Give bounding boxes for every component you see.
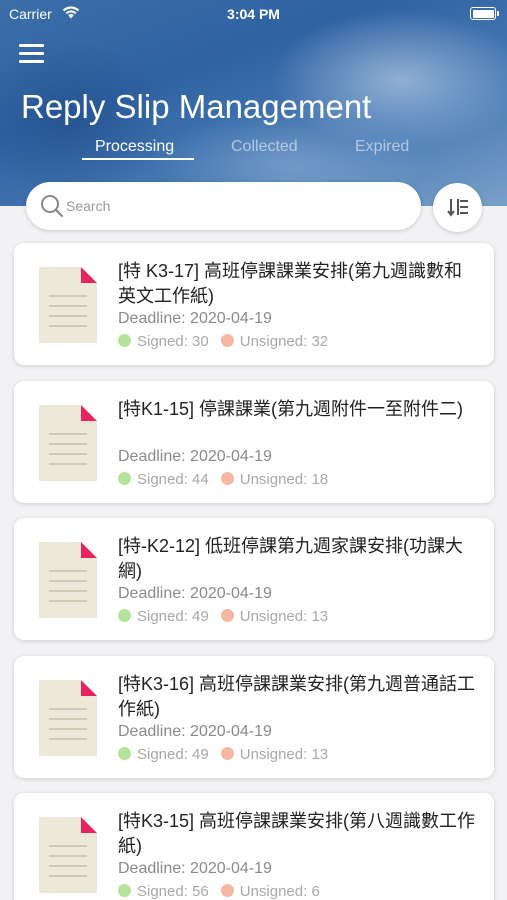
document-icon: [39, 542, 97, 618]
reply-slip-card[interactable]: [特K3-15] 高班停課課業安排(第八週識數工作紙) Deadline: 20…: [14, 793, 494, 900]
unsigned-dot-icon: [220, 746, 234, 760]
sort-icon: [447, 199, 468, 217]
active-tab-indicator: [82, 158, 194, 160]
sort-button[interactable]: [433, 183, 482, 232]
page-title: Reply Slip Management: [21, 88, 372, 125]
unsigned-count: Unsigned: 32: [239, 333, 329, 350]
signed-count: Signed: 49: [137, 608, 209, 625]
search-bar[interactable]: [26, 182, 421, 230]
tab-expired[interactable]: Expired: [355, 138, 409, 156]
signed-count: Signed: 56: [137, 883, 209, 900]
unsigned-count: Unsigned: 13: [239, 745, 329, 763]
search-icon: [41, 195, 64, 218]
slip-title: [特 K3-17] 高班停課課業安排(第九週識數和英文工作紙): [118, 261, 463, 306]
header-banner: Carrier 3:04 PM Reply Slip Management Pr…: [0, 0, 507, 206]
signed-count: Signed: 49: [137, 745, 209, 763]
document-icon: [39, 817, 97, 893]
signed-dot-icon: [118, 884, 131, 897]
unsigned-dot-icon: [220, 609, 234, 622]
tab-bar: Processing Collected Expired: [0, 138, 507, 164]
slip-counts: Signed: 44 Unsigned: 18: [118, 471, 328, 488]
slip-counts: Signed: 30 Unsigned: 32: [118, 333, 328, 350]
document-icon: [39, 679, 97, 756]
signed-dot-icon: [118, 746, 131, 760]
reply-slip-card[interactable]: [特K1-15] 停課課業(第九週附件一至附件二) Deadline: 2020…: [14, 380, 494, 503]
unsigned-dot-icon: [220, 471, 234, 485]
search-input[interactable]: [66, 194, 406, 218]
reply-slip-card[interactable]: [特K3-16] 高班停課課業安排(第九週普通話工作紙) Deadline: 2…: [14, 655, 494, 778]
document-icon: [39, 267, 97, 343]
signed-dot-icon: [118, 334, 131, 347]
slip-counts: Signed: 49 Unsigned: 13: [118, 608, 328, 625]
tab-collected[interactable]: Collected: [231, 138, 298, 156]
unsigned-count: Unsigned: 13: [239, 608, 329, 625]
signed-dot-icon: [118, 471, 131, 485]
slip-counts: Signed: 56 Unsigned: 6: [118, 883, 320, 900]
signed-count: Signed: 30: [137, 333, 209, 350]
unsigned-dot-icon: [220, 884, 234, 897]
clock: 3:04 PM: [227, 6, 280, 22]
hamburger-menu-icon[interactable]: [19, 44, 44, 66]
slip-title: [特K3-15] 高班停課課業安排(第八週識數工作紙): [118, 811, 476, 856]
slip-deadline: Deadline: 2020-04-19: [118, 722, 272, 740]
slip-counts: Signed: 49 Unsigned: 13: [118, 746, 328, 763]
slip-deadline: Deadline: 2020-04-19: [118, 310, 272, 327]
unsigned-count: Unsigned: 18: [239, 470, 329, 488]
unsigned-dot-icon: [220, 334, 234, 347]
slip-title: [特-K2-12] 低班停課第九週家課安排(功課大網): [118, 536, 464, 581]
slip-deadline: Deadline: 2020-04-19: [118, 585, 272, 602]
slip-deadline: Deadline: 2020-04-19: [118, 860, 272, 877]
slip-title: [特K3-16] 高班停課課業安排(第九週普通話工作紙): [118, 673, 476, 719]
signed-count: Signed: 44: [137, 470, 209, 488]
status-bar: Carrier 3:04 PM: [0, 0, 507, 28]
unsigned-count: Unsigned: 6: [239, 883, 320, 900]
slip-title: [特K1-15] 停課課業(第九週附件一至附件二): [118, 398, 464, 419]
battery-icon: [470, 7, 496, 20]
reply-slip-card[interactable]: [特-K2-12] 低班停課第九週家課安排(功課大網) Deadline: 20…: [14, 518, 494, 640]
slip-deadline: Deadline: 2020-04-19: [118, 447, 272, 465]
document-icon: [39, 404, 97, 481]
reply-slip-card[interactable]: [特 K3-17] 高班停課課業安排(第九週識數和英文工作紙) Deadline…: [14, 243, 494, 365]
signed-dot-icon: [118, 609, 131, 622]
tab-processing[interactable]: Processing: [95, 138, 174, 156]
